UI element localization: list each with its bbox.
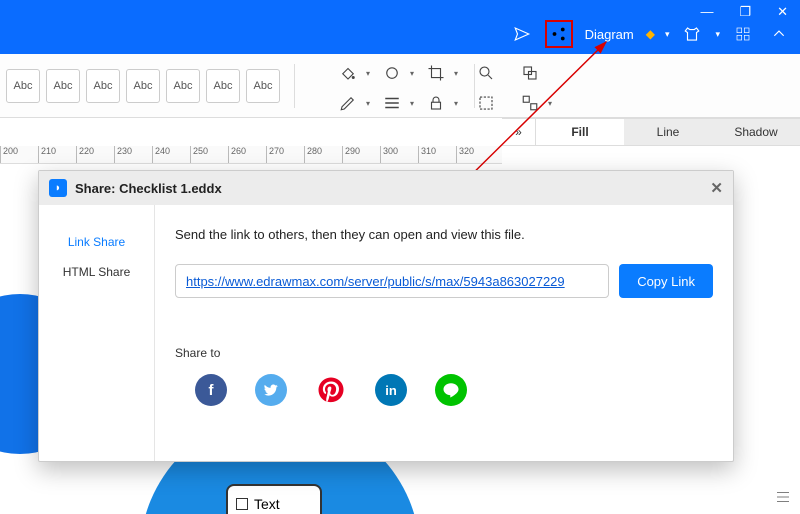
text-style-swatch[interactable]: Abc (46, 69, 80, 103)
send-icon[interactable] (509, 21, 535, 47)
dialog-sidebar: Link Share HTML Share (39, 205, 155, 461)
lock-icon[interactable] (424, 92, 448, 114)
copy-link-button[interactable]: Copy Link (619, 264, 713, 298)
zoom-toolbar (772, 486, 794, 508)
fit-page-icon[interactable] (772, 486, 794, 508)
tshirt-dropdown-icon[interactable]: ▾ (715, 29, 720, 40)
facebook-icon[interactable]: f (195, 374, 227, 406)
tab-line[interactable]: Line (624, 119, 712, 145)
shape-circle-icon[interactable] (380, 62, 404, 84)
linkedin-icon[interactable]: in (375, 374, 407, 406)
titlebar: — ❐ ✕ Diagram ◆ ▾ ▾ (0, 0, 800, 54)
social-row: f in (175, 374, 713, 406)
dialog-header[interactable]: ◗ Share: Checklist 1.eddx ✕ (39, 171, 733, 205)
dialog-title: Share: Checklist 1.eddx (75, 181, 222, 196)
line-icon[interactable] (435, 374, 467, 406)
replace-icon[interactable] (518, 62, 542, 84)
line-weight-icon[interactable] (380, 92, 404, 114)
checkbox-icon (236, 498, 248, 510)
sidebar-item-link-share[interactable]: Link Share (39, 227, 154, 257)
share-dialog: ◗ Share: Checklist 1.eddx ✕ Link Share H… (38, 170, 734, 462)
chevron-right-icon[interactable]: » (502, 119, 536, 145)
search-icon[interactable] (474, 62, 498, 84)
text-style-gallery: Abc Abc Abc Abc Abc Abc Abc (6, 69, 280, 103)
close-icon[interactable]: ✕ (710, 179, 723, 197)
text-style-swatch[interactable]: Abc (86, 69, 120, 103)
share-url-input[interactable] (175, 264, 609, 298)
window-close-button[interactable]: ✕ (771, 2, 794, 22)
text-block-shape[interactable]: Text (226, 484, 322, 514)
share-description: Send the link to others, then they can o… (175, 227, 713, 242)
app-logo-icon: ◗ (49, 179, 67, 197)
apps-grid-icon[interactable] (730, 21, 756, 47)
sidebar-item-html-share[interactable]: HTML Share (39, 257, 154, 287)
share-button[interactable] (545, 20, 573, 48)
tab-shadow[interactable]: Shadow (712, 119, 800, 145)
text-block-label: Text (254, 496, 280, 512)
diagram-label[interactable]: Diagram (585, 27, 634, 42)
text-style-swatch[interactable]: Abc (126, 69, 160, 103)
pinterest-icon[interactable] (315, 374, 347, 406)
fill-bucket-icon[interactable] (336, 62, 360, 84)
crop-icon[interactable] (424, 62, 448, 84)
tshirt-icon[interactable] (679, 21, 705, 47)
text-style-swatch[interactable]: Abc (206, 69, 240, 103)
text-style-swatch[interactable]: Abc (246, 69, 280, 103)
select-icon[interactable] (474, 92, 498, 114)
group-icon[interactable] (518, 92, 542, 114)
text-style-swatch[interactable]: Abc (6, 69, 40, 103)
diamond-icon: ◆ (646, 27, 655, 41)
ribbon-separator (294, 64, 295, 108)
diagram-dropdown-icon[interactable]: ▾ (665, 29, 670, 40)
ribbon-toolbar: Abc Abc Abc Abc Abc Abc Abc ▾ ▾ ▾ ▾ ▾ ▾ … (0, 54, 800, 118)
horizontal-ruler: 200210220230240250260270280290300310320 (0, 146, 502, 164)
share-to-label: Share to (175, 346, 713, 360)
collapse-ribbon-icon[interactable] (766, 21, 792, 47)
window-restore-button[interactable]: ❐ (733, 2, 757, 22)
text-style-swatch[interactable]: Abc (166, 69, 200, 103)
pen-icon[interactable] (336, 92, 360, 114)
tab-fill[interactable]: Fill (536, 119, 624, 145)
window-minimize-button[interactable]: — (694, 2, 719, 22)
twitter-icon[interactable] (255, 374, 287, 406)
right-panel-tabs: » Fill Line Shadow (502, 118, 800, 146)
dialog-main: Send the link to others, then they can o… (155, 205, 733, 461)
